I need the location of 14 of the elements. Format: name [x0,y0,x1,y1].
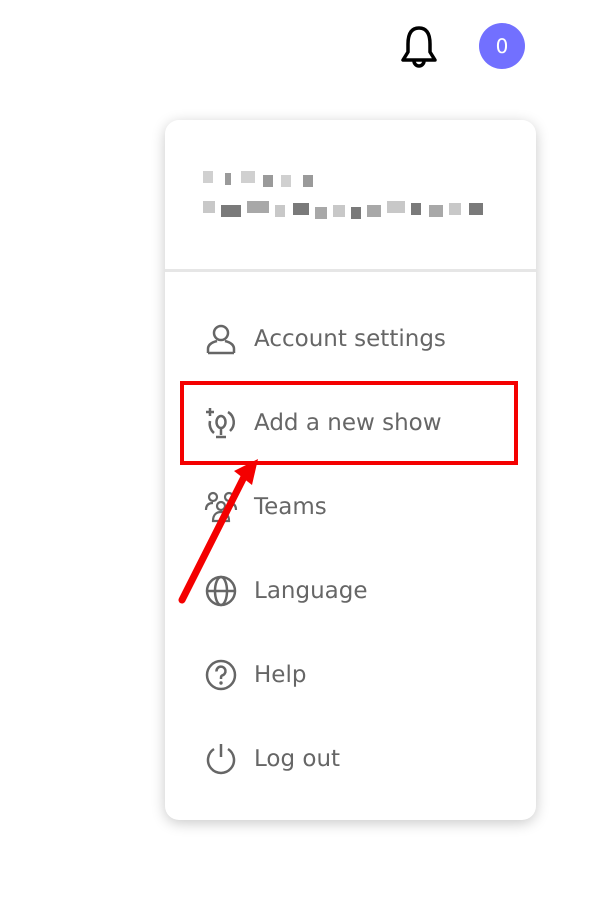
menu-item[interactable]: Teams [180,465,518,549]
help-icon [204,659,238,691]
menu-item[interactable]: Language [180,549,518,633]
bell-icon[interactable] [399,24,439,68]
menu-item[interactable]: Account settings [180,297,518,381]
globe-icon [204,575,238,607]
group-icon [204,491,238,523]
avatar-badge[interactable]: 0 [479,23,525,69]
microphone-plus-icon [204,407,238,439]
menu-item[interactable]: Log out [180,717,518,801]
power-icon [204,743,238,775]
person-icon [204,323,238,355]
menu-item[interactable]: Add a new show [180,381,518,465]
menu-item[interactable]: Help [180,633,518,717]
